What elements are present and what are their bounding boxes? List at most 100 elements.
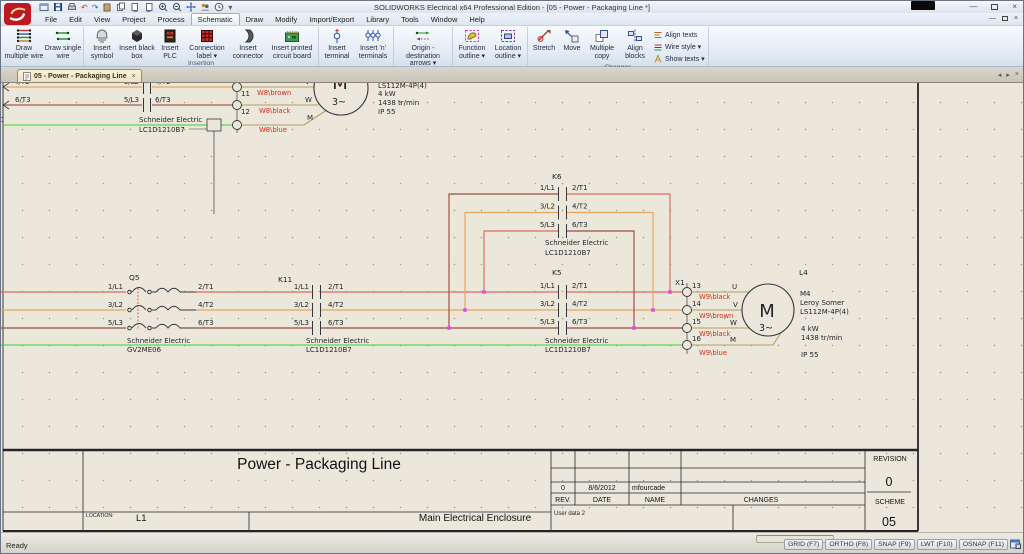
tab-label: 05 - Power - Packaging Line [34, 73, 127, 80]
ribbon-group-insertion: Insert symbol Insert black box Insert PL… [84, 27, 319, 66]
drafting-toggles: GRID (F7) ORTHO (F8) SNAP (F9) LWT (F10)… [784, 539, 1008, 550]
menu-view[interactable]: View [88, 14, 116, 25]
pole-label: 3/L2 [294, 301, 309, 309]
menu-file[interactable]: File [39, 14, 63, 25]
insert-terminal-button[interactable]: Insert terminal [320, 27, 354, 60]
titlebar: ↶ ↷ ▾ SOLIDWORKS Electrical x64 Professi… [1, 1, 1023, 13]
mdi-minimize-button[interactable]: — [989, 15, 996, 22]
tab-05-power-packaging-line[interactable]: 05 - Power - Packaging Line × [17, 69, 142, 82]
menu-help[interactable]: Help [463, 14, 490, 25]
connection-label-button[interactable]: Connection label ▾ [185, 27, 229, 60]
neutral-green-wires[interactable] [1, 125, 683, 345]
menu-draw[interactable]: Draw [240, 14, 270, 25]
motor-ip: IP 55 [378, 108, 395, 116]
move-button[interactable]: Move [559, 27, 585, 64]
insert-symbol-button[interactable]: Insert symbol [85, 27, 119, 60]
insert-plc-button[interactable]: Insert PLC [155, 27, 185, 60]
minimize-button[interactable]: — [969, 2, 977, 11]
insert-pcb-button[interactable]: Insert printed circuit board [267, 27, 317, 60]
show-texts-icon [653, 54, 663, 64]
motor-speed: 1438 tr/min [378, 99, 419, 107]
part-number: GV2ME06 [127, 346, 162, 354]
button-label: Insert connector [229, 45, 267, 60]
ortho-toggle-button[interactable]: ORTHO (F8) [825, 539, 872, 550]
x1-terminal-strip[interactable] [683, 283, 692, 354]
motor-terminal-letter: U [732, 283, 737, 291]
pole-label: 2/T1 [572, 282, 588, 290]
button-label: Draw single wire [44, 45, 82, 60]
multiple-copy-button[interactable]: Multiple copy [585, 27, 619, 64]
lwt-toggle-button[interactable]: LWT (F10) [917, 539, 957, 550]
show-texts-button[interactable]: Show texts ▾ [653, 54, 705, 64]
k11-contactor-symbol[interactable] [313, 285, 321, 335]
menubar: File Edit View Project Process Schematic… [1, 13, 1023, 25]
location-outline-button[interactable]: Location outline ▾ [490, 27, 526, 60]
tab-nav-right-icon[interactable]: ▸ [1006, 71, 1010, 79]
k6-contactor-symbol[interactable] [559, 187, 567, 238]
tab-nav-left-icon[interactable]: ◂ [998, 71, 1002, 79]
osnap-toggle-button[interactable]: OSNAP (F11) [959, 539, 1008, 550]
phase3-darkred-wires[interactable] [1, 105, 683, 328]
q5-breaker-symbol[interactable] [128, 288, 196, 331]
menu-window[interactable]: Window [425, 14, 464, 25]
pole-label: 2/T1 [328, 283, 344, 291]
mdi-close-button[interactable]: × [1014, 15, 1018, 22]
wire-style-button[interactable]: Wire style ▾ [653, 42, 705, 52]
button-label: Show texts ▾ [665, 55, 705, 63]
origin-destination-arrows-button[interactable]: Origin - destination arrows ▾ [395, 27, 451, 68]
insert-n-terminals-button[interactable]: Insert 'n' terminals [354, 27, 392, 60]
menu-tools[interactable]: Tools [395, 14, 425, 25]
menu-project[interactable]: Project [116, 14, 151, 25]
maximize-button[interactable] [991, 4, 998, 10]
button-label: Stretch [533, 45, 555, 53]
m4-motor-labels: L4 M4 Leroy Somer LS112M-4P(4) 4 kW 1438… [799, 268, 849, 359]
menu-process[interactable]: Process [152, 14, 191, 25]
top-motor-symbol[interactable]: M 3~ [314, 83, 368, 115]
pole-label: 6/T3 [328, 319, 344, 327]
location-label: LOCATION: [86, 513, 114, 519]
m4-motor-symbol[interactable]: M 3~ [742, 284, 794, 336]
stretch-button[interactable]: Stretch [529, 27, 559, 64]
menu-schematic[interactable]: Schematic [191, 13, 240, 25]
menu-edit[interactable]: Edit [63, 14, 88, 25]
insert-black-box-button[interactable]: Insert black box [119, 27, 155, 60]
function-outline-button[interactable]: Function outline ▾ [454, 27, 490, 60]
cable-marker-box[interactable] [189, 119, 221, 214]
part-number: LC1D1210B7 [545, 249, 591, 257]
menu-import-export[interactable]: Import/Export [303, 14, 360, 25]
tab-nav-close-icon[interactable]: × [1015, 71, 1019, 79]
component-ref: K6 [552, 172, 562, 181]
group-label [4, 60, 82, 66]
menu-library[interactable]: Library [360, 14, 395, 25]
mdi-restore-button[interactable] [1002, 16, 1008, 21]
pole-label: 5/L3 [540, 221, 555, 229]
phase2-orange-wires[interactable] [1, 87, 683, 310]
m4-motor-phase: 3~ [759, 323, 773, 334]
wire-style-icon [653, 42, 663, 52]
pole-label: 2/T1 [572, 184, 588, 192]
close-button[interactable]: × [1012, 2, 1017, 11]
pole-label: 4/T2 [328, 301, 344, 309]
grid-toggle-button[interactable]: GRID (F7) [784, 539, 823, 550]
snap-toggle-button[interactable]: SNAP (F9) [874, 539, 915, 550]
menu-modify[interactable]: Modify [269, 14, 303, 25]
terminal-number: 12 [241, 108, 250, 116]
pole-label: 5/L3 [108, 319, 123, 327]
tab-close-icon[interactable]: × [132, 73, 136, 80]
stretch-icon [535, 28, 553, 44]
k6-labels: K6 1/L1 2/T1 3/L2 4/T2 5/L3 6/T3 Schneid… [540, 172, 609, 257]
name-header: NAME [645, 497, 666, 504]
drawing-canvas[interactable]: M 3~ M 3~ 4/T2 6/T3 3/L2 4/T2 5/L3 6/T3 … [1, 83, 1023, 532]
workspace-icon[interactable] [1010, 539, 1021, 549]
insert-connector-button[interactable]: Insert connector [229, 27, 267, 60]
align-texts-button[interactable]: Align texts [653, 30, 705, 40]
align-blocks-button[interactable]: Align blocks [619, 27, 651, 64]
draw-multiple-wire-button[interactable]: Draw multiple wire [4, 27, 44, 60]
component-ref: Q5 [129, 273, 140, 282]
revision-label: REVISION [873, 456, 906, 463]
draw-single-wire-icon [54, 28, 72, 44]
k5-contactor-symbol[interactable] [559, 285, 567, 335]
button-label: Insert printed circuit board [267, 45, 317, 60]
k11-labels: K11 1/L1 2/T1 3/L2 4/T2 5/L3 6/T3 Schnei… [278, 275, 369, 354]
draw-single-wire-button[interactable]: Draw single wire [44, 27, 82, 60]
